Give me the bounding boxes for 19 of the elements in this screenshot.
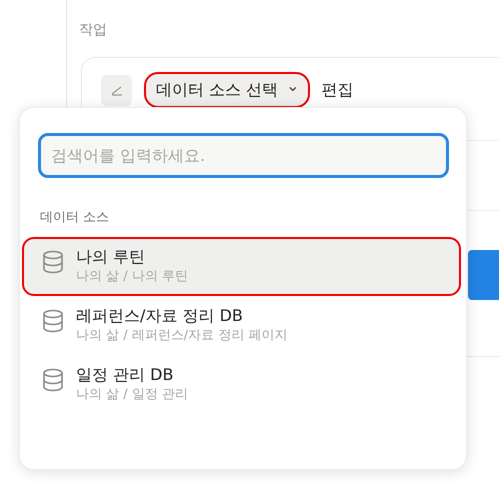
database-icon <box>42 250 64 274</box>
data-source-item[interactable]: 레퍼런스/자료 정리 DB 나의 삶 / 레퍼런스/자료 정리 페이지 <box>22 296 461 355</box>
database-icon <box>42 368 64 392</box>
caret-icon: ⌄ <box>286 74 300 98</box>
data-source-dropdown[interactable]: 데이터 소스 선택 ⌄ <box>144 72 310 108</box>
pencil-icon[interactable] <box>101 74 132 106</box>
item-title: 레퍼런스/자료 정리 DB <box>76 304 244 326</box>
item-title: 나의 루틴 <box>76 246 146 268</box>
item-path: 나의 삶 / 일정 관리 <box>76 386 188 404</box>
item-title: 일정 관리 DB <box>76 364 174 386</box>
data-source-item[interactable]: 일정 관리 DB 나의 삶 / 일정 관리 <box>22 354 461 414</box>
data-source-item[interactable]: 나의 루틴 나의 삶 / 나의 루틴 <box>22 236 461 296</box>
item-path: 나의 삶 / 나의 루틴 <box>76 268 188 286</box>
database-icon <box>42 308 64 333</box>
section-label: 작업 <box>79 21 107 40</box>
search-field[interactable]: 검색어를 입력하세요. <box>38 133 449 178</box>
edit-label: 편집 <box>322 79 354 101</box>
group-label: 데이터 소스 <box>40 209 110 227</box>
item-path: 나의 삶 / 레퍼런스/자료 정리 페이지 <box>76 327 288 346</box>
